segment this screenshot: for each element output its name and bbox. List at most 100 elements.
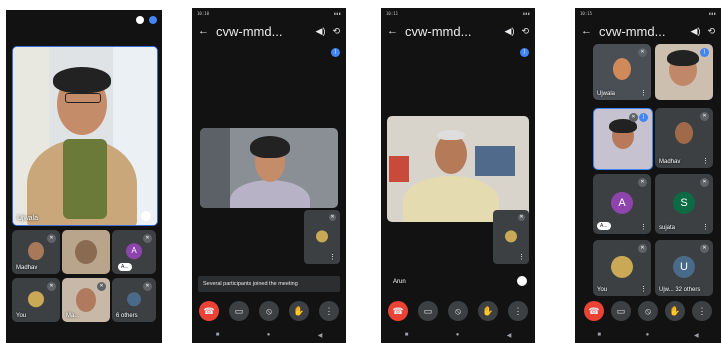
mic-off-icon[interactable]: ⦸ [448,301,468,321]
participant-name: Ma... [66,313,80,319]
participant-tile[interactable]: ✕ Madhav [12,230,60,274]
pin-icon[interactable] [517,276,527,286]
nav-home-icon[interactable]: ● [456,332,460,339]
nav-menu-icon[interactable]: ■ [405,332,409,339]
participant-tile[interactable]: ✕ Madhav ⋮ [655,108,713,168]
kebab-icon[interactable]: ⋮ [640,223,647,231]
meeting-title: cvw-mmd... [599,23,666,39]
pin-icon[interactable] [141,211,151,221]
end-call-icon[interactable]: ☎ [199,301,219,321]
participant-tile[interactable] [62,230,110,274]
self-view-pip[interactable]: ✕ ⋮ [304,210,340,264]
avatar [505,230,517,243]
avatar: U [673,255,695,278]
android-nav-bar: ■ ● ◀ [381,332,535,339]
mic-muted-icon: ✕ [629,113,638,122]
phone-screen-1: Ujwala ✕ Madhav A ✕ A... ✕ You ✕ Ma... ✕… [6,10,162,343]
participant-tile[interactable]: ✕ Ujwala ⋮ [593,44,651,100]
back-arrow-icon[interactable]: ← [581,25,592,37]
nav-back-icon[interactable]: ◀ [694,332,699,339]
mic-muted-icon: ✕ [700,178,709,187]
speaker-video [200,128,338,208]
self-view-pip[interactable]: ✕ ⋮ [493,210,529,264]
mic-muted-icon [135,15,144,24]
mic-muted-icon: ✕ [700,112,709,121]
speaker-video [387,116,529,222]
participant-tile[interactable]: A ✕ A... ⋮ [593,174,651,234]
speaker-icon[interactable]: ◀) [691,26,701,37]
others-tile[interactable]: ✕ 6 others [112,278,156,322]
avatar [127,292,141,307]
end-call-icon[interactable]: ☎ [388,301,408,321]
participant-tile[interactable]: A ✕ A... [112,230,156,274]
mic-muted-icon: ✕ [143,234,152,243]
more-icon[interactable]: ⋮ [319,301,339,321]
kebab-icon[interactable]: ⋮ [329,253,336,261]
raise-hand-icon[interactable]: ✋ [665,301,685,321]
participant-name: A... [118,263,132,271]
back-arrow-icon[interactable]: ← [198,25,209,37]
switch-camera-icon[interactable]: ⟲ [521,26,529,37]
speaker-icon[interactable]: ◀) [316,26,326,37]
participant-tile[interactable]: ) [655,44,713,100]
speaker-icon: ) [520,48,529,57]
more-icon[interactable]: ⋮ [692,301,712,321]
meeting-header: ← cvw-mmd... ◀) ⟲ [381,18,535,44]
speaker-icon: ) [639,113,648,122]
kebab-icon[interactable]: ⋮ [702,157,709,165]
others-count: Ujw... 32 others [659,287,701,293]
mic-muted-icon: ✕ [518,214,525,221]
notification-toast: Several participants joined the meeting [198,276,340,292]
end-call-icon[interactable]: ☎ [584,301,604,321]
mic-muted-icon: ✕ [700,244,709,253]
participant-tile[interactable]: ✕ ) [593,108,653,170]
kebab-icon[interactable]: ⋮ [702,223,709,231]
speaker-icon[interactable]: ◀) [505,26,515,37]
kebab-icon[interactable]: ⋮ [640,89,647,97]
avatar: S [673,191,695,214]
participant-tile[interactable]: ✕ Ma... [62,278,110,322]
nav-back-icon[interactable]: ◀ [318,332,323,339]
camera-off-icon[interactable]: ▭ [229,301,249,321]
avatar [316,230,328,243]
more-icon[interactable]: ⋮ [508,301,528,321]
camera-off-icon[interactable]: ▭ [418,301,438,321]
participant-name: Ujwala [597,91,616,97]
camera-off-icon[interactable]: ▭ [611,301,631,321]
main-speaker-tile[interactable] [200,128,338,208]
kebab-icon[interactable]: ⋮ [518,253,525,261]
speaker-icon[interactable] [149,15,157,24]
nav-menu-icon[interactable]: ■ [216,332,220,339]
mic-off-icon[interactable]: ⦸ [259,301,279,321]
meeting-header: ← cvw-mmd... ◀) ⟲ [192,18,346,44]
phone-screen-4: 10:15 ▮▮▮ ← cvw-mmd... ◀) ⟲ ✕ Ujwala ⋮ ) … [575,8,721,343]
speaker-icon: ) [700,48,709,57]
participant-tile[interactable]: ✕ You ⋮ [593,240,651,296]
nav-home-icon[interactable]: ● [267,332,271,339]
mic-muted-icon: ✕ [97,282,106,291]
nav-home-icon[interactable]: ● [646,332,650,339]
avatar: A [126,243,142,260]
participant-name: You [16,313,27,319]
meeting-title: cvw-mmd... [216,23,283,39]
speaker-video [13,47,157,225]
status-bar: 10:15 ▮▮▮ [580,10,716,16]
main-speaker-tile[interactable]: Ujwala [12,46,158,226]
mic-muted-icon: ✕ [638,178,647,187]
main-speaker-tile[interactable] [387,116,529,222]
status-bar: 10:11 ▮▮▮ [386,10,530,16]
participant-tile[interactable]: S ✕ sujata ⋮ [655,174,713,234]
switch-camera-icon[interactable]: ⟲ [707,26,715,37]
switch-camera-icon[interactable]: ⟲ [332,26,340,37]
mic-off-icon[interactable]: ⦸ [638,301,658,321]
raise-hand-icon[interactable]: ✋ [289,301,309,321]
raise-hand-icon[interactable]: ✋ [478,301,498,321]
participant-name: You [597,287,608,293]
status-bar [6,10,162,30]
nav-menu-icon[interactable]: ■ [597,332,601,339]
back-arrow-icon[interactable]: ← [387,25,398,37]
participant-tile[interactable]: ✕ You [12,278,60,322]
others-tile[interactable]: U ✕ Ujw... 32 others [655,240,713,296]
nav-back-icon[interactable]: ◀ [507,332,512,339]
kebab-icon[interactable]: ⋮ [640,285,647,293]
